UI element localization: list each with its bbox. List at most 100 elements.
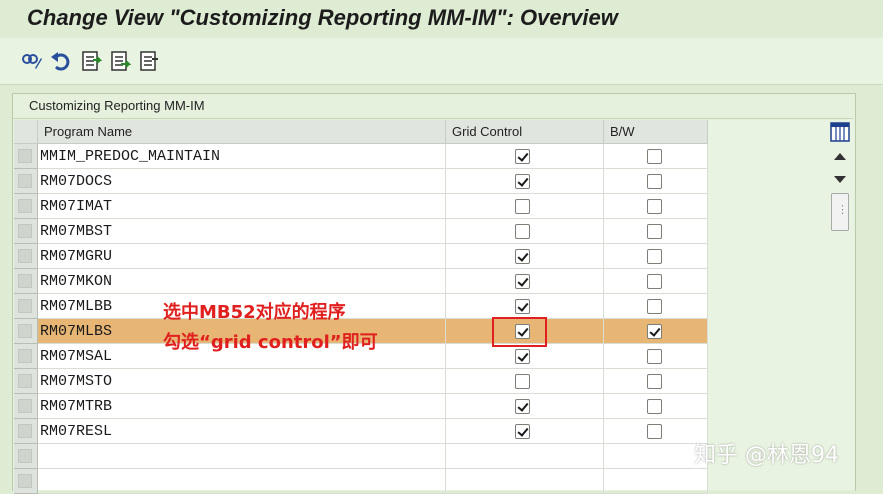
bw-checkbox[interactable] [647,224,662,239]
row-selector[interactable] [14,144,38,169]
panel-header: Customizing Reporting MM-IM [13,94,853,119]
grid-control-checkbox[interactable] [515,174,530,189]
program-name-cell: RM07DOCS [38,169,446,194]
row-selector[interactable] [14,219,38,244]
program-name-cell: RM07MKON [38,269,446,294]
empty-table-row [14,469,708,494]
row-selector[interactable] [14,319,38,344]
row-selector[interactable] [14,269,38,294]
grid-control-cell [446,469,604,494]
undo-icon[interactable] [50,50,72,72]
panel-title: Customizing Reporting MM-IM [29,98,205,113]
program-name: MMIM_PREDOC_MAINTAIN [40,148,221,165]
grid-control-checkbox[interactable] [515,149,530,164]
annotation-line-2: 勾选“grid control”即可 [163,332,378,353]
program-name-cell [38,469,446,494]
grid-control-cell [446,244,604,269]
table-row: RM07IMAT [14,194,708,219]
program-name: RM07MLBB [40,298,113,315]
vertical-scrollbar[interactable] [826,120,854,490]
row-selector[interactable] [14,194,38,219]
display-change-icon[interactable] [21,50,43,72]
grid-control-checkbox[interactable] [515,424,530,439]
table-row: RM07MKON [14,269,708,294]
grid-control-checkbox[interactable] [515,349,530,364]
bw-checkbox[interactable] [647,299,662,314]
program-name: RM07MLBS [40,323,113,340]
row-selector[interactable] [14,444,38,469]
grid-control-cell [446,144,604,169]
grid-control-checkbox[interactable] [515,374,530,389]
program-name-cell: MMIM_PREDOC_MAINTAIN [38,144,446,169]
grid-control-cell [446,219,604,244]
bw-checkbox[interactable] [647,174,662,189]
bw-cell [604,394,708,419]
program-name: RM07IMAT [40,198,113,215]
program-name-cell: RM07MGRU [38,244,446,269]
scroll-thumb[interactable] [831,193,849,231]
table-control: Program Name Grid Control B/W MMIM_PREDO… [14,120,708,494]
watermark: 知乎 @林恩94 [694,443,839,468]
table-row: RM07MBST [14,219,708,244]
bw-checkbox[interactable] [647,199,662,214]
scroll-down-icon[interactable] [834,176,846,183]
row-selector[interactable] [14,344,38,369]
bw-checkbox[interactable] [647,374,662,389]
bw-cell [604,369,708,394]
program-name: RM07RESL [40,423,113,440]
table-row: RM07DOCS [14,169,708,194]
bw-checkbox[interactable] [647,424,662,439]
select-all-icon[interactable] [80,50,102,72]
bw-cell [604,144,708,169]
bw-checkbox[interactable] [647,324,662,339]
program-name-cell: RM07MSTO [38,369,446,394]
column-header-program-name[interactable]: Program Name [38,120,446,144]
program-name: RM07DOCS [40,173,113,190]
scroll-up-icon[interactable] [834,153,846,160]
column-settings-icon[interactable] [830,122,850,142]
grid-control-cell [446,294,604,319]
bw-checkbox[interactable] [647,274,662,289]
bw-cell [604,294,708,319]
row-selector[interactable] [14,294,38,319]
bw-checkbox[interactable] [647,249,662,264]
bw-checkbox[interactable] [647,399,662,414]
grid-control-cell [446,419,604,444]
bw-cell [604,194,708,219]
row-selector[interactable] [14,169,38,194]
table-row: MMIM_PREDOC_MAINTAIN [14,144,708,169]
deselect-all-icon[interactable] [138,50,160,72]
application-toolbar [0,38,883,85]
bw-cell [604,319,708,344]
program-name: RM07MGRU [40,248,113,265]
grid-control-checkbox[interactable] [515,249,530,264]
program-name-cell [38,444,446,469]
column-header-bw[interactable]: B/W [604,120,708,144]
grid-control-cell [446,444,604,469]
grid-control-cell [446,369,604,394]
table-row: RM07MSTO [14,369,708,394]
bw-cell [604,269,708,294]
empty-table-row [14,444,708,469]
bw-cell [604,419,708,444]
grid-control-checkbox[interactable] [515,299,530,314]
row-selector[interactable] [14,469,38,494]
select-all-rows-header[interactable] [14,120,38,144]
row-selector[interactable] [14,419,38,444]
select-block-icon[interactable] [109,50,131,72]
row-selector[interactable] [14,369,38,394]
program-name: RM07MTRB [40,398,113,415]
program-name-cell: RM07MBST [38,219,446,244]
row-selector[interactable] [14,394,38,419]
grid-control-checkbox[interactable] [515,274,530,289]
row-selector[interactable] [14,244,38,269]
grid-control-checkbox[interactable] [515,199,530,214]
grid-control-cell [446,344,604,369]
bw-checkbox[interactable] [647,149,662,164]
column-header-grid-control[interactable]: Grid Control [446,120,604,144]
grid-control-checkbox[interactable] [515,224,530,239]
grid-control-checkbox[interactable] [515,399,530,414]
bw-checkbox[interactable] [647,349,662,364]
table-row: RM07RESL [14,419,708,444]
program-name-cell: RM07MTRB [38,394,446,419]
